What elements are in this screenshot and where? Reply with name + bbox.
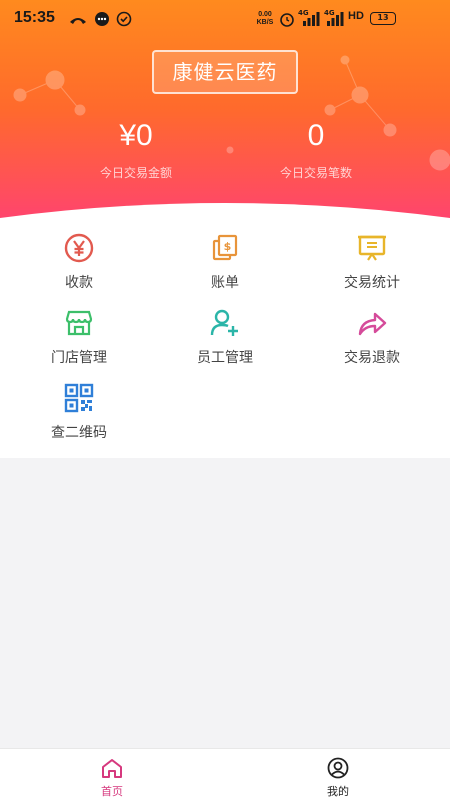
network-speed: 0.00 KB/S — [256, 11, 274, 26]
alarm-icon — [280, 13, 294, 27]
user-circle-icon — [327, 757, 349, 779]
tab-home[interactable]: 首页 — [62, 755, 162, 799]
menu-store-management[interactable]: 门店管理 — [4, 307, 154, 382]
tab-mine[interactable]: 我的 — [288, 755, 388, 799]
today-amount-value: ¥0 — [119, 119, 153, 152]
tab-home-label: 首页 — [101, 785, 123, 798]
status-bar: 15:35 0.00 KB/S 4G 4G HD 13 — [0, 0, 450, 40]
function-menu: 收款 $ 账单 交易统计 门店管理 员工管理 交易退款 查二维码 — [0, 230, 450, 458]
home-icon — [102, 759, 122, 778]
store-name: 康健云医药 — [152, 50, 298, 94]
menu-bill[interactable]: $ 账单 — [150, 232, 300, 307]
svg-text:$: $ — [224, 240, 232, 253]
today-amount-stat: ¥0 今日交易金额 — [56, 116, 216, 181]
message-icon — [95, 12, 109, 26]
bottom-navigation: 首页 我的 — [0, 748, 450, 800]
menu-transaction-statistics[interactable]: 交易统计 — [297, 232, 447, 307]
status-time: 15:35 — [14, 9, 55, 26]
tab-mine-label: 我的 — [327, 785, 349, 798]
today-count-stat: 0 今日交易笔数 — [236, 116, 396, 181]
menu-staff-management[interactable]: 员工管理 — [150, 307, 300, 382]
check-circle-icon — [116, 11, 132, 27]
yen-circle-icon — [64, 233, 94, 263]
battery-icon: 13 — [370, 12, 396, 25]
add-user-icon — [210, 309, 238, 336]
signal-icon — [327, 12, 344, 26]
today-count-label: 今日交易笔数 — [279, 166, 352, 180]
refund-share-icon — [358, 312, 387, 336]
phone-missed-icon — [70, 18, 86, 24]
store-icon — [65, 310, 93, 336]
hd-icon: HD — [348, 10, 364, 22]
today-amount-label: 今日交易金额 — [99, 166, 172, 180]
signal-icon — [303, 12, 320, 26]
bill-icon: $ — [212, 234, 238, 261]
today-count-value: 0 — [307, 119, 325, 152]
statistics-board-icon — [358, 235, 386, 261]
menu-transaction-refund[interactable]: 交易退款 — [297, 307, 447, 382]
menu-receive-payment[interactable]: 收款 — [4, 232, 154, 307]
qr-code-icon — [64, 383, 94, 413]
menu-query-qr-code[interactable]: 查二维码 — [4, 382, 154, 457]
